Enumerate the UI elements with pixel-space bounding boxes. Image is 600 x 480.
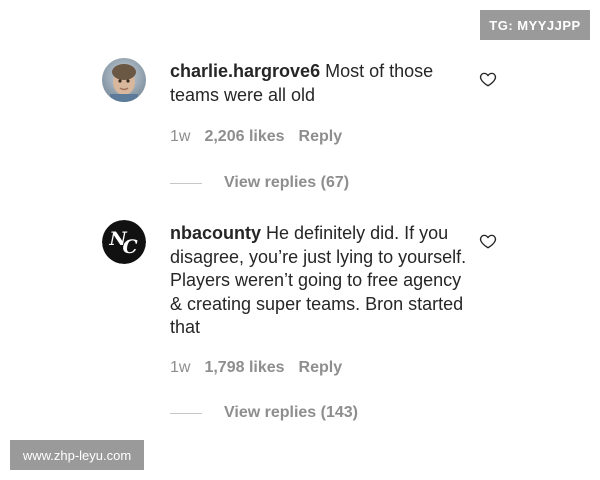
view-replies-label: View replies (67) <box>224 174 350 191</box>
comment-text: charlie.hargrove6 Most of those teams we… <box>170 60 470 107</box>
reply-button[interactable]: Reply <box>299 359 343 377</box>
avatar[interactable] <box>102 58 146 102</box>
avatar[interactable]: N C <box>102 220 146 264</box>
view-replies-label: View replies (143) <box>224 404 358 421</box>
comment-meta: 1w 2,206 likes Reply <box>170 128 342 146</box>
comment-item: charlie.hargrove6 Most of those teams we… <box>102 58 502 208</box>
comment-text: nbacounty He definitely did. If you disa… <box>170 222 470 340</box>
likes-count[interactable]: 1,798 likes <box>204 359 284 377</box>
svg-text:C: C <box>122 236 137 258</box>
likes-count[interactable]: 2,206 likes <box>204 128 284 146</box>
divider-line <box>170 412 202 414</box>
comment-meta: 1w 1,798 likes Reply <box>170 359 342 377</box>
comment-username[interactable]: charlie.hargrove6 <box>170 61 320 81</box>
comment-time: 1w <box>170 359 191 376</box>
heart-icon[interactable] <box>479 232 497 250</box>
comment-time: 1w <box>170 128 191 145</box>
watermark-top: TG: MYYJJPP <box>480 10 590 40</box>
view-replies-button[interactable]: View replies (143) <box>170 404 358 422</box>
child-photo-avatar <box>102 58 146 102</box>
reply-button[interactable]: Reply <box>299 128 343 146</box>
watermark-bottom: www.zhp-leyu.com <box>10 440 144 470</box>
divider-line <box>170 182 202 184</box>
view-replies-button[interactable]: View replies (67) <box>170 174 349 192</box>
comment-username[interactable]: nbacounty <box>170 223 261 243</box>
comment-item: N C nbacounty He definitely did. If you … <box>102 220 502 430</box>
nc-logo-avatar: N C <box>102 220 146 264</box>
heart-icon[interactable] <box>479 70 497 88</box>
